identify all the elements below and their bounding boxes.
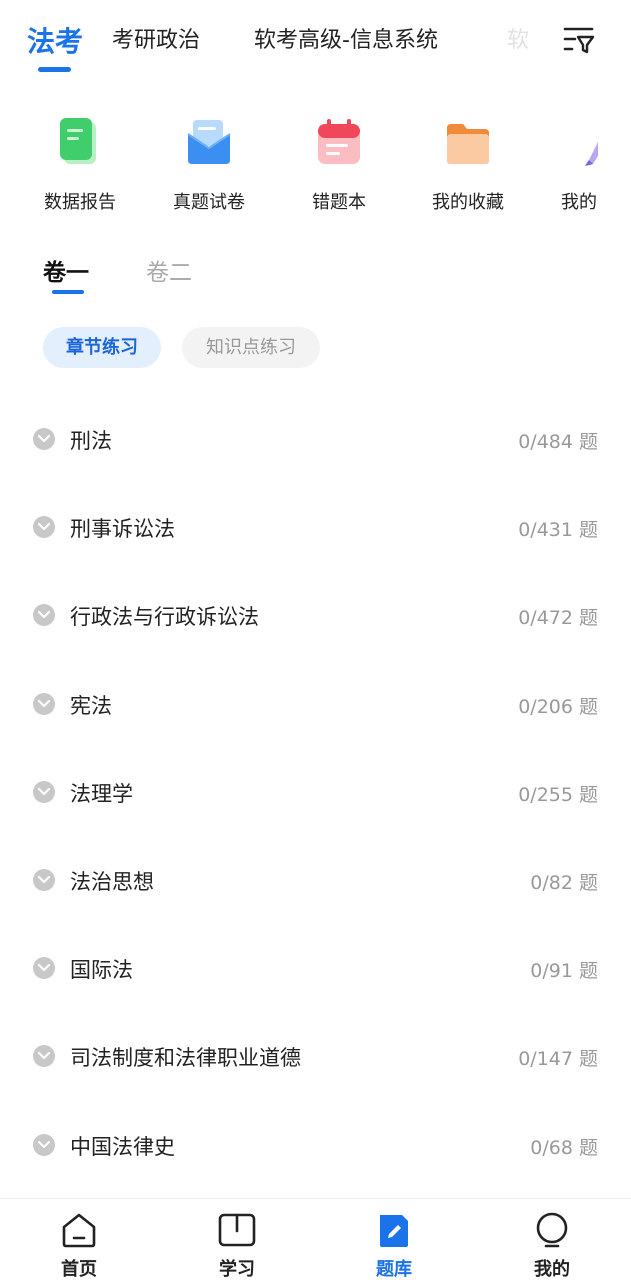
chapter-progress: 0/472 题 [518, 607, 598, 630]
pen-icon [572, 116, 598, 168]
quick-entry-row: 数据报告 真题试卷 错题本 我的收藏 我的 [0, 112, 631, 222]
chapter-row[interactable]: 中国法律史 0/68 题 [0, 1101, 631, 1189]
nav-label: 题库 [376, 1259, 412, 1280]
chevron-down-icon[interactable] [33, 516, 55, 539]
nav-profile[interactable]: 我的 [512, 1211, 592, 1280]
tab-volume-one[interactable]: 卷一 [43, 253, 89, 287]
chapter-row[interactable]: 行政法与行政诉讼法 0/472 题 [0, 571, 631, 659]
nav-label: 学习 [219, 1259, 255, 1280]
quick-entry-data-report[interactable]: 数据报告 [30, 112, 130, 214]
question-bank-icon [374, 1211, 414, 1249]
book-icon [217, 1211, 257, 1249]
chapter-row[interactable]: 法理学 0/255 题 [0, 748, 631, 836]
volume-tab-indicator [52, 290, 84, 294]
chapter-row[interactable]: 刑法 0/484 题 [0, 395, 631, 483]
chapter-row[interactable]: 国际法 0/91 题 [0, 924, 631, 1012]
tab-volume-two[interactable]: 卷二 [146, 253, 192, 287]
subject-tab-bar: 法考 考研政治 软考高级-信息系统 软 [0, 0, 631, 90]
active-tab-indicator [38, 67, 71, 72]
tab-subject-ruankao-senior[interactable]: 软考高级-信息系统 [254, 22, 438, 54]
quick-entry-label: 错题本 [312, 192, 366, 213]
chapter-row[interactable]: 宪法 0/206 题 [0, 660, 631, 748]
tab-subject-ruankao-more[interactable]: 软 [507, 22, 529, 54]
quick-entry-wrong-book[interactable]: 错题本 [289, 112, 389, 214]
tab-subject-fakao[interactable]: 法考 [27, 20, 83, 60]
chapter-progress: 0/91 题 [530, 960, 598, 983]
nav-home[interactable]: 首页 [39, 1211, 119, 1280]
chapter-progress: 0/431 题 [518, 519, 598, 542]
quick-entry-label: 我的收藏 [432, 192, 504, 213]
data-report-icon [56, 116, 104, 168]
chapter-progress: 0/484 题 [518, 431, 598, 453]
chapter-name: 宪法 [70, 693, 112, 718]
home-icon [59, 1211, 99, 1249]
chevron-down-icon[interactable] [33, 1133, 55, 1156]
chapter-name: 法治思想 [70, 869, 154, 894]
chevron-down-icon[interactable] [33, 957, 55, 980]
favorites-folder-icon [444, 116, 492, 168]
chapter-row[interactable]: 刑事诉讼法 0/431 题 [0, 483, 631, 571]
quick-entry-mine-more[interactable]: 我的 [548, 112, 598, 214]
chapter-name: 法理学 [70, 781, 133, 806]
chevron-down-icon[interactable] [33, 780, 55, 803]
chevron-down-icon[interactable] [33, 428, 55, 450]
chapter-name: 刑法 [70, 429, 112, 453]
chevron-down-icon[interactable] [33, 692, 55, 715]
chapter-name: 国际法 [70, 958, 133, 983]
nav-label: 首页 [61, 1259, 97, 1280]
chapter-list: 刑法 0/484 题 刑事诉讼法 0/431 题 行政法与行政诉讼法 0/472… [0, 395, 631, 1189]
chapter-row[interactable]: 法治思想 0/82 题 [0, 836, 631, 924]
chevron-down-icon[interactable] [33, 604, 55, 627]
bottom-navigation: 首页 学习 题库 我的 [0, 1198, 631, 1280]
quick-entry-label: 真题试卷 [173, 192, 245, 213]
chapter-progress: 0/147 题 [518, 1048, 598, 1071]
wrong-book-icon [315, 116, 363, 168]
tab-subject-kaoyan-politics[interactable]: 考研政治 [112, 22, 200, 54]
chapter-row[interactable]: 司法制度和法律职业道德 0/147 题 [0, 1012, 631, 1100]
nav-study[interactable]: 学习 [197, 1211, 277, 1280]
quick-entry-label: 我的 [561, 192, 597, 213]
chapter-progress: 0/82 题 [530, 871, 598, 894]
knowledge-point-practice-chip[interactable]: 知识点练习 [182, 327, 320, 368]
quick-entry-favorites[interactable]: 我的收藏 [418, 112, 518, 214]
chapter-name: 中国法律史 [70, 1134, 175, 1159]
chevron-down-icon[interactable] [33, 868, 55, 891]
nav-question-bank[interactable]: 题库 [354, 1211, 434, 1280]
exam-paper-icon [185, 116, 233, 168]
chapter-progress: 0/206 题 [518, 695, 598, 718]
chapter-name: 行政法与行政诉讼法 [70, 605, 259, 630]
quick-entry-exam-papers[interactable]: 真题试卷 [159, 112, 259, 214]
profile-icon [532, 1211, 572, 1249]
chapter-name: 刑事诉讼法 [70, 517, 175, 542]
chapter-practice-chip[interactable]: 章节练习 [43, 327, 161, 368]
quick-entry-label: 数据报告 [44, 192, 116, 213]
filter-list-icon [563, 27, 595, 54]
chapter-name: 司法制度和法律职业道德 [70, 1046, 301, 1071]
nav-label: 我的 [534, 1259, 570, 1280]
chapter-progress: 0/68 题 [530, 1136, 598, 1159]
chevron-down-icon[interactable] [33, 1045, 55, 1068]
chapter-progress: 0/255 题 [518, 783, 598, 806]
subject-filter-button[interactable] [562, 24, 596, 56]
